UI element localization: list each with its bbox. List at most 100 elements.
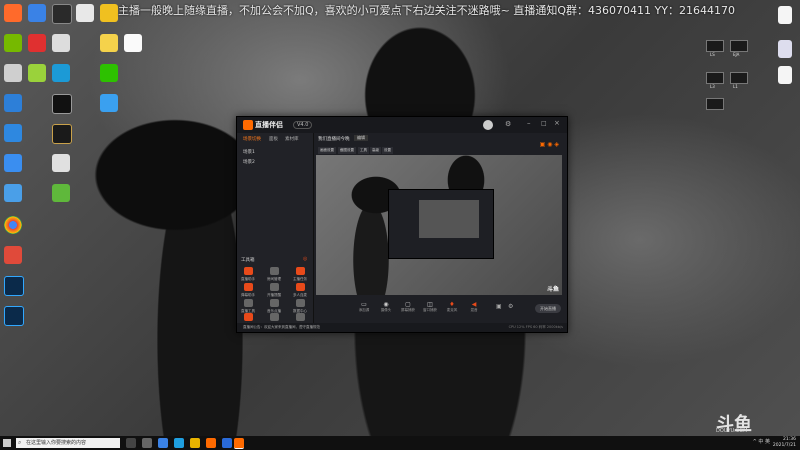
- taskbar-app-icon[interactable]: [222, 438, 232, 448]
- desktop-icon[interactable]: [52, 64, 70, 82]
- app-titlebar[interactable]: 直播伴侣 V4.0 ⚙ – □ ×: [237, 117, 567, 133]
- tool-icon: [295, 283, 305, 291]
- setting-chip[interactable]: 截图设置: [338, 147, 356, 154]
- camera-icon: ◉: [383, 301, 389, 308]
- status-bar: 直播间公告：欢迎大家来到直播间，遵守直播规范 CPU 12% FPS 60 码率…: [237, 323, 567, 332]
- tab-scene-switch[interactable]: 场景切换: [243, 136, 261, 142]
- desktop-icon[interactable]: [52, 154, 70, 172]
- maximize-icon[interactable]: □: [541, 120, 547, 127]
- record-icon[interactable]: ▣: [496, 303, 502, 310]
- close-icon[interactable]: ×: [554, 119, 560, 127]
- desktop-icon[interactable]: [52, 34, 70, 52]
- tab-panel[interactable]: 面板: [269, 136, 278, 142]
- desktop-file-icon[interactable]: [778, 66, 792, 84]
- desktop-icon[interactable]: [100, 94, 118, 112]
- stream-preview[interactable]: 斗鱼: [316, 155, 562, 295]
- desktop-icon[interactable]: [100, 34, 118, 52]
- tool-icon: [243, 313, 253, 321]
- desktop-icon[interactable]: [4, 154, 22, 172]
- source-controls: ▭ 添加源 ◉ 摄像头 ▢ 屏幕捕获 ◫ 窗口捕获 ♦ 麦克风 ◀ 混音 ▣ ⚙ 开始直播: [314, 297, 567, 323]
- tool-live-tools[interactable]: 直播工具: [239, 299, 257, 314]
- desktop-icon[interactable]: [4, 124, 22, 142]
- desktop-icon[interactable]: [28, 34, 46, 52]
- settings-icon[interactable]: ⚙: [505, 120, 511, 128]
- taskbar-app-icon[interactable]: [142, 438, 152, 448]
- screen-capture-button[interactable]: ▢ 屏幕捕获: [398, 301, 418, 313]
- windows-start-icon[interactable]: [3, 439, 11, 447]
- tool-icon: [243, 299, 253, 307]
- taskbar-search-input[interactable]: 在这里输入你要搜索的内容: [16, 438, 120, 448]
- minimize-icon[interactable]: –: [527, 119, 531, 127]
- main-panel: 我们直播间今晚 编辑 ▣ ◉ ◈ 画面设置 截图设置 工具 高级 设置 斗鱼 ▭…: [314, 133, 567, 323]
- taskbar-app-icon[interactable]: [190, 438, 200, 448]
- tool-streamer-task[interactable]: 主播任务: [291, 267, 309, 282]
- desktop-icon[interactable]: [52, 124, 72, 144]
- toolbox-settings-icon[interactable]: ◎: [303, 256, 307, 262]
- setting-chip[interactable]: 设置: [382, 147, 393, 154]
- desktop-icon[interactable]: [28, 64, 46, 82]
- tool-music[interactable]: 音乐点播: [265, 299, 283, 314]
- desktop-file-icon[interactable]: [730, 40, 748, 52]
- desktop-file-icon[interactable]: [778, 6, 792, 24]
- microphone-button[interactable]: ♦ 麦克风: [442, 301, 462, 313]
- system-tray[interactable]: ^ 中 英: [753, 438, 770, 445]
- setting-chip[interactable]: 高级: [370, 147, 381, 154]
- desktop-icon[interactable]: [28, 4, 46, 22]
- settings-icon[interactable]: ⚙: [508, 303, 513, 310]
- desktop-file-icon[interactable]: [706, 72, 724, 84]
- desktop-icon[interactable]: [52, 4, 72, 24]
- setting-chip[interactable]: 工具: [358, 147, 369, 154]
- scene-item[interactable]: 场景2: [243, 159, 255, 165]
- tab-material-library[interactable]: 素材库: [285, 136, 299, 142]
- taskbar-streaming-app-icon[interactable]: [234, 438, 244, 449]
- tool-live-reminder[interactable]: 开播提醒: [265, 283, 283, 298]
- desktop-icon[interactable]: [4, 64, 22, 82]
- desktop-icon[interactable]: [100, 64, 118, 82]
- desktop-icon[interactable]: [76, 4, 94, 22]
- chrome-icon[interactable]: [4, 216, 22, 234]
- window-capture-button[interactable]: ◫ 窗口捕获: [420, 301, 440, 313]
- tool-room-manage[interactable]: 房间管理: [265, 267, 283, 282]
- tool-icon: [243, 283, 253, 291]
- tool-live-assistant[interactable]: 直播助手: [239, 267, 257, 282]
- tool-multi-mic[interactable]: 多人连麦: [291, 283, 309, 298]
- search-icon: ⌕: [18, 439, 22, 446]
- desktop-icon[interactable]: [4, 184, 22, 202]
- camera-button[interactable]: ◉ 摄像头: [376, 301, 396, 313]
- desktop-icon[interactable]: [4, 94, 22, 112]
- desktop-icon[interactable]: [52, 184, 70, 202]
- tool-danmaku-assistant[interactable]: 弹幕助手: [239, 283, 257, 298]
- app-name: 直播伴侣: [255, 121, 283, 129]
- tool-icon: [295, 299, 305, 307]
- tool-label: 多人连麦: [293, 293, 307, 297]
- desktop-file-icon[interactable]: [706, 98, 724, 110]
- photoshop-icon[interactable]: [4, 276, 24, 296]
- desktop-icon[interactable]: [4, 34, 22, 52]
- desktop-icon[interactable]: [4, 4, 22, 22]
- edge-icon[interactable]: [174, 438, 184, 448]
- photoshop-icon[interactable]: [4, 306, 24, 326]
- tool-label: 直播助手: [241, 277, 255, 281]
- add-source-button[interactable]: ▭ 添加源: [354, 301, 374, 313]
- control-label: 窗口捕获: [423, 308, 437, 312]
- taskbar-app-icon[interactable]: [206, 438, 216, 448]
- recycle-bin-icon[interactable]: [778, 40, 792, 58]
- taskbar-clock[interactable]: 21:36 2021/7/21: [773, 437, 796, 449]
- tool-data-center[interactable]: 数据中心: [291, 299, 309, 314]
- desktop-icon[interactable]: [100, 4, 118, 22]
- edit-title-button[interactable]: 编辑: [354, 135, 368, 141]
- app-version-badge[interactable]: V4.0: [293, 121, 313, 129]
- task-view-icon[interactable]: [126, 438, 136, 448]
- start-live-button[interactable]: 开始直播: [535, 304, 561, 313]
- scene-item[interactable]: 场景1: [243, 149, 255, 155]
- desktop-icon[interactable]: [52, 94, 72, 114]
- taskbar-app-icon[interactable]: [158, 438, 168, 448]
- setting-chip[interactable]: 画面设置: [318, 147, 336, 154]
- desktop-file-icon[interactable]: [730, 72, 748, 84]
- desktop-icon[interactable]: [4, 246, 22, 264]
- avatar[interactable]: [483, 120, 493, 130]
- share-icon[interactable]: ▣ ◉ ◈: [540, 141, 559, 148]
- mixer-button[interactable]: ◀ 混音: [464, 301, 484, 313]
- desktop-file-icon[interactable]: [706, 40, 724, 52]
- desktop-icon[interactable]: [124, 34, 142, 52]
